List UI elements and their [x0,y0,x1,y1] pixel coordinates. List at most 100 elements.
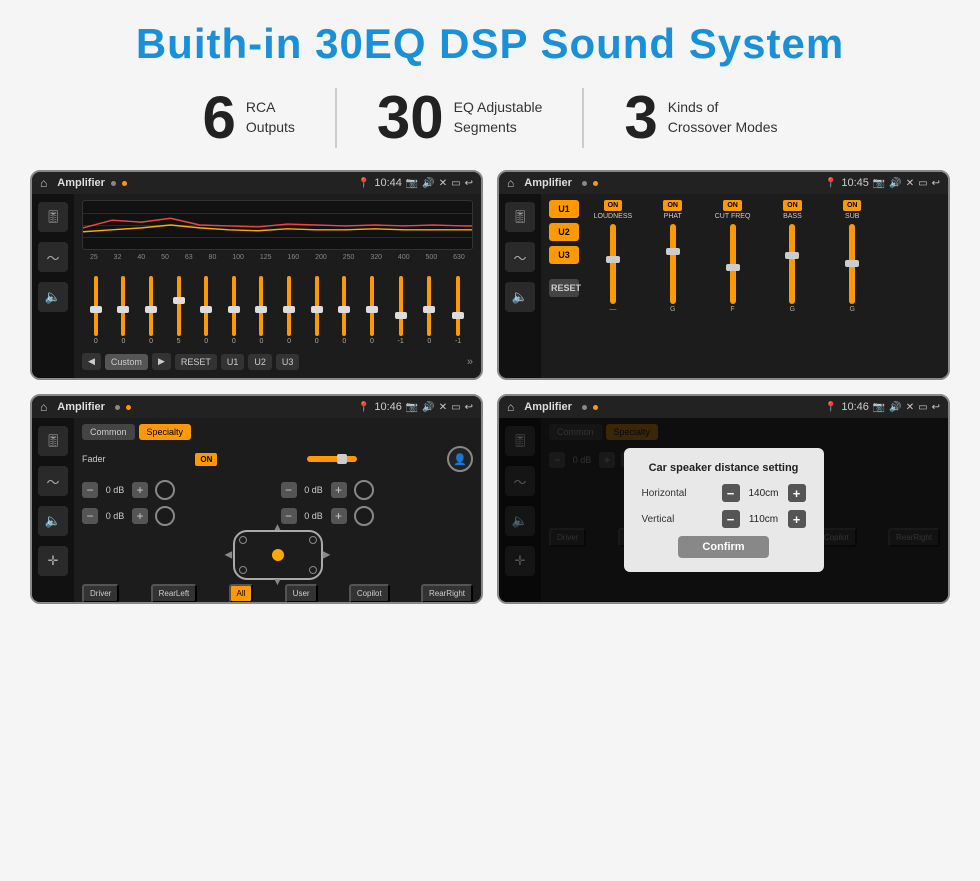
vol-minus-4[interactable]: − [281,508,297,524]
eq-tune-icon[interactable]: 🎚 [38,202,68,232]
speaker-icon[interactable]: 🔈 [38,282,68,312]
custom-preset-button[interactable]: Custom [105,354,148,370]
xover-toggle-bass[interactable]: ON [783,200,802,211]
stat-desc-rca: RCA Outputs [246,98,295,137]
eq-tune-icon-2[interactable]: 🎚 [505,202,535,232]
dialog-horizontal-minus[interactable]: − [722,484,740,502]
window-icon-4: ▭ [918,402,927,413]
dialog-vertical-minus[interactable]: − [722,510,740,528]
dialog-vertical-plus[interactable]: + [788,510,806,528]
status-dot-orange-1 [122,181,127,186]
speaker-knob-3 [155,506,175,526]
back-icon-3[interactable]: ↩ [465,402,473,413]
vol-minus-3[interactable]: − [82,508,98,524]
back-icon-4[interactable]: ↩ [932,402,940,413]
wave-icon[interactable]: 〜 [38,242,68,272]
xover-toggle-loudness[interactable]: ON [604,200,623,211]
back-icon-1[interactable]: ↩ [465,178,473,189]
fader-label: Fader [82,454,106,464]
status-icons-1: 📍 10:44 📷 🔊 ✕ ▭ ↩ [358,177,473,189]
eq-slider-6: 0 [259,276,263,345]
vol-plus-2[interactable]: + [331,482,347,498]
expand-icon[interactable]: » [467,356,473,368]
u2-preset-btn[interactable]: U2 [549,223,579,241]
xover-slider-cutfreq[interactable] [730,224,736,304]
fader-toggle[interactable]: ON [195,453,217,466]
speaker-rr [309,566,317,574]
xover-toggle-phat[interactable]: ON [663,200,682,211]
u3-preset-btn[interactable]: U3 [549,246,579,264]
status-icons-4: 📍 10:46 📷 🔊 ✕ ▭ ↩ [825,401,940,413]
xover-col-phat: ON PHAT G [645,200,701,372]
xover-slider-sub[interactable] [849,224,855,304]
rearleft-btn[interactable]: RearLeft [151,584,198,603]
xover-col-loudness: ON LOUDNESS — [585,200,641,372]
arrow-up[interactable]: ▲ [273,522,283,533]
confirm-button[interactable]: Confirm [678,536,768,558]
home-icon-3[interactable]: ⌂ [40,400,47,414]
stat-eq: 30 EQ Adjustable Segments [335,88,582,148]
arrow-right[interactable]: ▶ [323,550,331,561]
reset-button[interactable]: RESET [175,354,217,370]
tab-common[interactable]: Common [82,424,135,440]
back-icon-2[interactable]: ↩ [932,178,940,189]
crosshair-icon-3[interactable]: ✛ [38,546,68,576]
vol-plus-4[interactable]: + [331,508,347,524]
rearright-btn[interactable]: RearRight [421,584,473,603]
u2-button[interactable]: U2 [248,354,272,370]
status-dot-orange-4 [593,405,598,410]
vol-plus-1[interactable]: + [132,482,148,498]
wave-icon-2[interactable]: 〜 [505,242,535,272]
status-dot-1 [111,181,116,186]
eq-slider-11: -1 [398,276,404,345]
xover-slider-phat[interactable] [670,224,676,304]
close-icon-2[interactable]: ✕ [906,178,914,189]
u3-button[interactable]: U3 [276,354,300,370]
stat-desc-crossover: Kinds of Crossover Modes [668,98,778,137]
eq-tune-icon-3[interactable]: 🎚 [38,426,68,456]
close-icon-3[interactable]: ✕ [439,402,447,413]
tab-specialty[interactable]: Specialty [139,424,192,440]
xover-toggle-sub[interactable]: ON [843,200,862,211]
wave-icon-3[interactable]: 〜 [38,466,68,496]
status-bar-2: ⌂ Amplifier 📍 10:45 📷 🔊 ✕ ▭ ↩ [499,172,948,194]
arrow-left[interactable]: ◀ [225,550,233,561]
next-button[interactable]: ▶ [152,353,171,370]
xover-slider-bass[interactable] [789,224,795,304]
home-icon-1[interactable]: ⌂ [40,176,47,190]
dialog-horizontal-plus[interactable]: + [788,484,806,502]
copilot-btn[interactable]: Copilot [349,584,390,603]
xover-toggle-cutfreq[interactable]: ON [723,200,742,211]
close-icon-4[interactable]: ✕ [906,402,914,413]
stats-row: 6 RCA Outputs 30 EQ Adjustable Segments … [30,88,950,148]
xover-col-cutfreq: ON CUT FREQ F [705,200,761,372]
home-icon-4[interactable]: ⌂ [507,400,514,414]
user-btn[interactable]: User [285,584,318,603]
vol-val-4: 0 dB [300,511,328,521]
screen-content-3: 🎚 〜 🔈 ✛ Common Specialty Fader ON [32,418,481,602]
vol-minus-2[interactable]: − [281,482,297,498]
driver-btn[interactable]: Driver [82,584,119,603]
fader-tabs: Common Specialty [82,424,473,440]
speaker-rl [239,566,247,574]
vol-minus-1[interactable]: − [82,482,98,498]
speaker-icon-3[interactable]: 🔈 [38,506,68,536]
fader-slider-thumb[interactable] [337,454,347,464]
vol-plus-3[interactable]: + [132,508,148,524]
fader-slider-track[interactable] [307,456,357,462]
prev-button[interactable]: ◀ [82,353,101,370]
u1-button[interactable]: U1 [221,354,245,370]
volume-icon-2: 🔊 [889,178,901,189]
close-icon-1[interactable]: ✕ [439,178,447,189]
u1-preset-btn[interactable]: U1 [549,200,579,218]
eq-slider-9: 0 [342,276,346,345]
profile-icon[interactable]: 👤 [447,446,473,472]
xover-reset-btn[interactable]: RESET [549,279,579,297]
arrow-down[interactable]: ▼ [273,577,283,588]
speaker-icon-2[interactable]: 🔈 [505,282,535,312]
xover-slider-loudness[interactable] [610,224,616,304]
dialog-row-horizontal: Horizontal − 140cm + [642,484,806,502]
home-icon-2[interactable]: ⌂ [507,176,514,190]
all-btn[interactable]: All [229,584,254,603]
window-icon-1: ▭ [451,178,460,189]
